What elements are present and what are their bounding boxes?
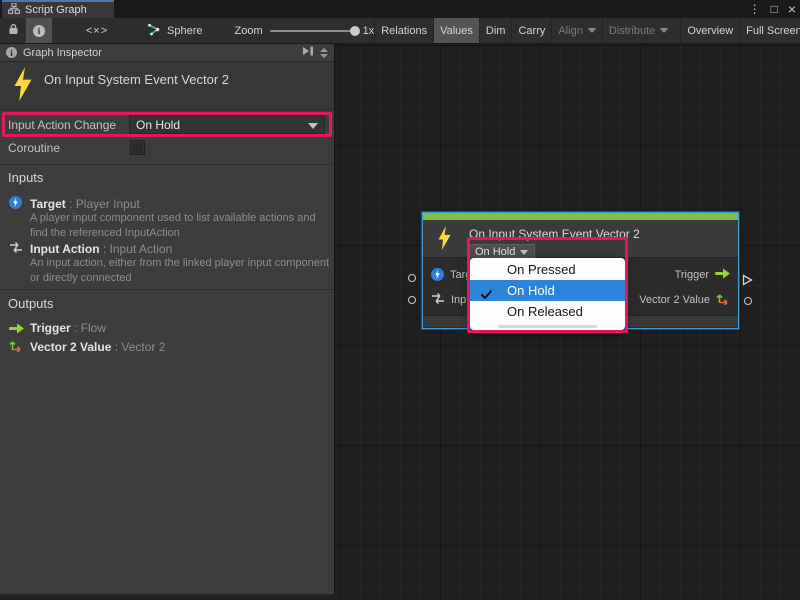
tab-label: Script Graph [25,4,87,16]
chevron-down-icon [660,28,668,33]
info-icon [6,47,17,58]
graph-hierarchy-icon [8,3,20,17]
zoom-slider-handle[interactable] [350,26,360,36]
toolbar-button-distribute[interactable]: Distribute [602,18,674,43]
node-port-vector2-value[interactable]: Vector 2 Value [639,291,730,308]
lightning-bolt-icon [12,67,34,106]
target-port-description: A player input component used to list av… [30,211,330,241]
zoom-label: Zoom [234,25,262,37]
graph-canvas[interactable]: On Input System Event Vector 2 On Hold T… [336,44,800,600]
info-icon [33,25,45,37]
menu-item-on-released[interactable]: On Released [470,301,625,322]
toolbar-button-carry[interactable]: Carry [511,18,551,43]
toolbar-button-dim[interactable]: Dim [479,18,512,43]
code-preview-button[interactable]: <×> [74,18,120,43]
zoom-control: Zoom 1x [234,18,374,43]
graph-toolbar: <×> Sphere Zoom 1x Relations Values Dim … [0,18,800,44]
node-port-trigger[interactable]: Trigger [675,268,730,282]
graph-inspector-panel: Graph Inspector On Input System Event Ve… [0,44,335,596]
menu-scroll-hint [498,325,597,328]
vector2-value-port-row: Vector 2 Value : Vector 2 [30,338,165,356]
zoom-slider[interactable] [270,30,356,32]
input-action-port-icon [431,292,445,308]
inspector-header: Graph Inspector [0,44,334,62]
window-maximize-icon[interactable]: □ [771,0,778,18]
toolbar-button-overview[interactable]: Overview [680,18,739,43]
arrow-down-icon [320,54,328,58]
input-port-connector-input-action[interactable] [408,296,416,304]
chevron-down-icon [588,28,596,33]
output-port-connector-trigger[interactable] [742,273,753,291]
lightning-bolt-icon [437,226,452,255]
panel-spinner[interactable] [320,48,328,58]
outputs-section-header: Outputs [8,296,54,311]
dock-panel-icon[interactable] [301,46,314,59]
input-action-change-dropdown[interactable]: On Hold [129,115,325,134]
toolbar-button-relations[interactable]: Relations [374,18,433,43]
input-port-connector-target[interactable] [408,274,416,282]
coroutine-label: Coroutine [8,141,60,155]
output-port-connector-vector2[interactable] [744,297,752,305]
tab-script-graph[interactable]: Script Graph [2,0,114,18]
menu-item-on-hold[interactable]: On Hold [470,280,625,301]
toolbar-button-fullscreen[interactable]: Full Screen [739,18,800,43]
toolbar-button-align[interactable]: Align [551,18,601,43]
inputs-section-header: Inputs [8,170,43,185]
inspector-node-title: On Input System Event Vector 2 [44,72,229,87]
window-tab-bar: Script Graph ⋮ □ × [0,0,800,18]
inspector-toggle-button[interactable] [26,18,52,43]
flow-arrow-icon [9,321,24,339]
arrow-up-icon [320,48,328,52]
coroutine-checkbox[interactable] [130,140,145,155]
code-icon: <×> [86,25,108,37]
vector2-icon [716,291,730,308]
toolbar-button-values[interactable]: Values [433,18,479,43]
vector2-icon [9,338,23,357]
target-port-icon [9,196,22,209]
action-change-context-menu: On Pressed On Hold On Released [470,258,625,330]
graph-node-icon [146,23,161,39]
flow-arrow-icon [715,268,730,282]
input-action-port-description: An input action, either from the linked … [30,256,330,286]
trigger-port-row: Trigger : Flow [30,319,106,337]
chevron-down-icon [520,250,528,255]
target-port-icon [431,268,444,281]
window-close-icon[interactable]: × [788,0,796,18]
graph-context-button[interactable]: Sphere [146,18,202,43]
graph-context-label: Sphere [167,25,202,37]
node-title: On Input System Event Vector 2 [469,227,640,241]
lock-icon [8,23,19,38]
inspector-title: Graph Inspector [23,47,102,59]
event-node-color-bar [423,213,738,220]
lock-button[interactable] [0,18,26,43]
chevron-down-icon [308,123,318,129]
zoom-value: 1x [363,25,375,37]
selected-node-summary: On Input System Event Vector 2 [0,62,334,110]
menu-item-on-pressed[interactable]: On Pressed [470,259,625,280]
input-action-change-label: Input Action Change [8,118,116,132]
window-menu-icon[interactable]: ⋮ [749,0,761,18]
input-action-port-icon [9,241,23,259]
event-node-header[interactable]: On Input System Event Vector 2 On Hold [423,220,738,258]
